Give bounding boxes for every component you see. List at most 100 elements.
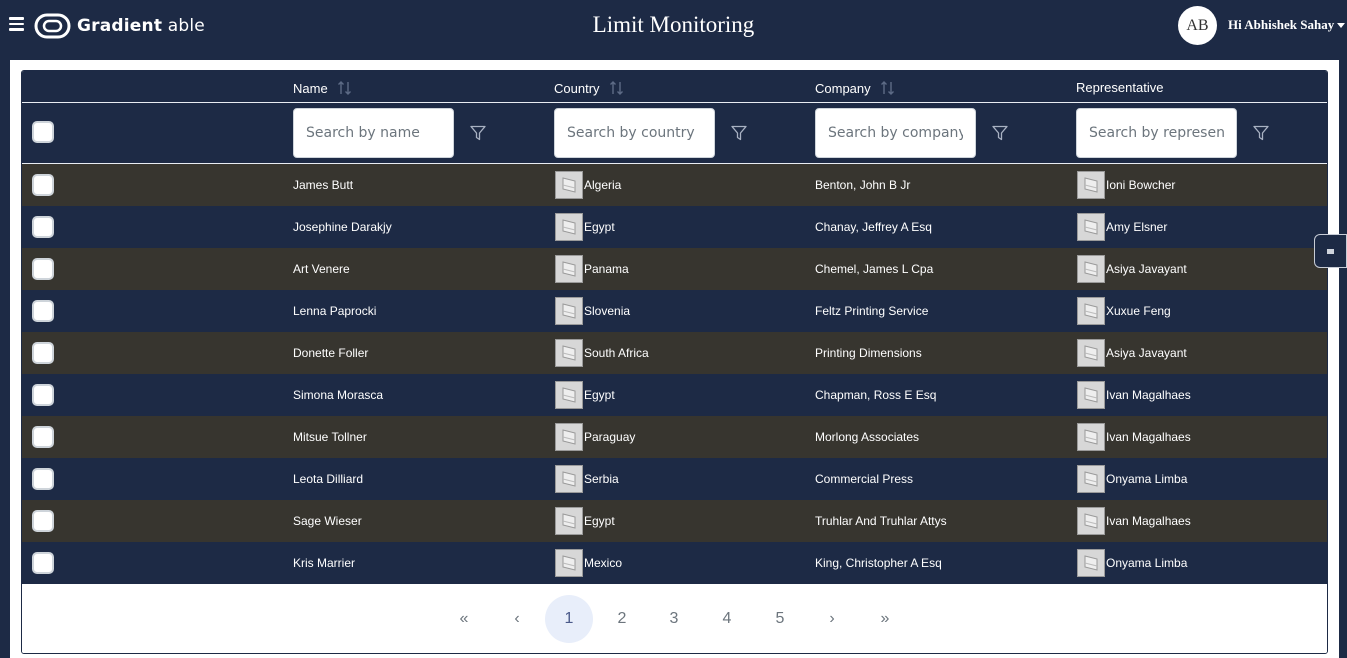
row-checkbox[interactable]	[32, 384, 54, 406]
name-cell: Leota Dilliard	[293, 472, 364, 486]
flag-thumbnail	[555, 381, 583, 409]
page-2-button[interactable]: 2	[598, 595, 646, 643]
representative-avatar-thumbnail	[1077, 255, 1105, 283]
flag-thumbnail	[555, 255, 583, 283]
country-cell: Egypt	[555, 500, 615, 542]
name-cell: James Butt	[293, 178, 354, 192]
name-cell: Donette Foller	[293, 346, 369, 360]
representative-avatar-thumbnail	[1077, 465, 1105, 493]
search-country-input[interactable]	[554, 108, 715, 158]
row-checkbox[interactable]	[32, 216, 54, 238]
representative-cell: Onyama Limba	[1077, 542, 1187, 584]
table-row[interactable]: Simona Morasca Egypt Chapman, Ross E Esq…	[22, 374, 1327, 416]
data-table: Name Country Company Representative Sear…	[21, 70, 1328, 654]
header-divider	[22, 102, 1327, 103]
country-cell: South Africa	[555, 332, 649, 374]
representative-cell: Amy Elsner	[1077, 206, 1167, 248]
company-cell: Chapman, Ross E Esq	[815, 388, 937, 402]
avatar[interactable]: AB	[1178, 6, 1217, 45]
table-row[interactable]: Art Venere Panama Chemel, James L Cpa As…	[22, 248, 1327, 290]
next-page-button[interactable]: ›	[808, 595, 856, 643]
row-checkbox[interactable]	[32, 258, 54, 280]
name-cell: Josephine Darakjy	[293, 220, 392, 234]
sort-icon[interactable]	[880, 80, 896, 96]
paginator: « ‹ 1 2 3 4 5 › »	[22, 584, 1327, 653]
table-row[interactable]: Lenna Paprocki Slovenia Feltz Printing S…	[22, 290, 1327, 332]
company-cell: Chemel, James L Cpa	[815, 262, 934, 276]
country-cell: Algeria	[555, 164, 621, 206]
last-page-button[interactable]: »	[861, 595, 909, 643]
company-cell: Printing Dimensions	[815, 346, 922, 360]
column-header-representative: Representative	[1076, 80, 1164, 95]
search-representative-input[interactable]	[1076, 108, 1237, 158]
content-area: Name Country Company Representative Sear…	[10, 60, 1339, 658]
flag-thumbnail	[555, 465, 583, 493]
representative-avatar-thumbnail	[1077, 549, 1105, 577]
row-checkbox[interactable]	[32, 174, 54, 196]
flag-thumbnail	[555, 507, 583, 535]
row-checkbox[interactable]	[32, 510, 54, 532]
flag-thumbnail	[555, 297, 583, 325]
previous-page-button[interactable]: ‹	[493, 595, 541, 643]
top-bar: Gradient able Limit Monitoring AB Hi Abh…	[0, 0, 1347, 50]
company-cell: Truhlar And Truhlar Attys	[815, 514, 947, 528]
row-checkbox[interactable]	[32, 342, 54, 364]
page-1-button[interactable]: 1	[545, 595, 593, 643]
page-5-button[interactable]: 5	[756, 595, 804, 643]
row-checkbox[interactable]	[32, 426, 54, 448]
name-cell: Sage Wieser	[293, 514, 362, 528]
representative-cell: Ivan Magalhaes	[1077, 416, 1191, 458]
table-row[interactable]: Josephine Darakjy Egypt Chanay, Jeffrey …	[22, 206, 1327, 248]
representative-cell: Ivan Magalhaes	[1077, 500, 1191, 542]
first-page-button[interactable]: «	[440, 595, 488, 643]
side-panel-icon	[1327, 249, 1334, 254]
row-checkbox[interactable]	[32, 552, 54, 574]
user-menu[interactable]: Hi Abhishek Sahay	[1228, 17, 1346, 33]
representative-cell: Ioni Bowcher	[1077, 164, 1175, 206]
table-row[interactable]: Donette Foller South Africa Printing Dim…	[22, 332, 1327, 374]
representative-avatar-thumbnail	[1077, 171, 1105, 199]
flag-thumbnail	[555, 423, 583, 451]
representative-cell: Xuxue Feng	[1077, 290, 1171, 332]
logo-text: Gradient able	[77, 16, 205, 36]
name-cell: Art Venere	[293, 262, 350, 276]
table-row[interactable]: Sage Wieser Egypt Truhlar And Truhlar At…	[22, 500, 1327, 542]
company-cell: Benton, John B Jr	[815, 178, 911, 192]
row-checkbox[interactable]	[32, 300, 54, 322]
representative-avatar-thumbnail	[1077, 339, 1105, 367]
company-cell: Feltz Printing Service	[815, 304, 929, 318]
page-4-button[interactable]: 4	[703, 595, 751, 643]
filter-icon[interactable]	[991, 124, 1009, 142]
representative-cell: Onyama Limba	[1077, 458, 1187, 500]
representative-avatar-thumbnail	[1077, 297, 1105, 325]
table-row[interactable]: Kris Marrier Mexico King, Christopher A …	[22, 542, 1327, 584]
representative-avatar-thumbnail	[1077, 213, 1105, 241]
filter-icon[interactable]	[1252, 124, 1270, 142]
company-cell: King, Christopher A Esq	[815, 556, 942, 570]
select-all-checkbox[interactable]	[32, 121, 54, 143]
column-header-name[interactable]: Name	[293, 80, 353, 96]
table-body: James Butt Algeria Benton, John B Jr Ion…	[22, 164, 1327, 584]
user-greeting: Hi Abhishek Sahay	[1228, 17, 1335, 32]
country-cell: Slovenia	[555, 290, 630, 332]
representative-avatar-thumbnail	[1077, 423, 1105, 451]
logo[interactable]: Gradient able	[34, 13, 205, 39]
table-row[interactable]: James Butt Algeria Benton, John B Jr Ion…	[22, 164, 1327, 206]
table-row[interactable]: Leota Dilliard Serbia Commercial Press O…	[22, 458, 1327, 500]
sort-icon[interactable]	[609, 80, 625, 96]
side-panel-toggle[interactable]	[1314, 234, 1347, 268]
search-company-input[interactable]	[815, 108, 976, 158]
table-row[interactable]: Mitsue Tollner Paraguay Morlong Associat…	[22, 416, 1327, 458]
representative-cell: Asiya Javayant	[1077, 332, 1187, 374]
company-cell: Morlong Associates	[815, 430, 920, 444]
table-header: Name Country Company Representative Sear…	[22, 71, 1327, 164]
filter-icon[interactable]	[469, 124, 487, 142]
column-header-company[interactable]: Company	[815, 80, 896, 96]
column-header-country[interactable]: Country	[554, 80, 625, 96]
row-checkbox[interactable]	[32, 468, 54, 490]
page-3-button[interactable]: 3	[650, 595, 698, 643]
search-name-input[interactable]	[293, 108, 454, 158]
hamburger-menu-icon[interactable]	[9, 17, 24, 31]
sort-icon[interactable]	[337, 80, 353, 96]
filter-icon[interactable]	[730, 124, 748, 142]
